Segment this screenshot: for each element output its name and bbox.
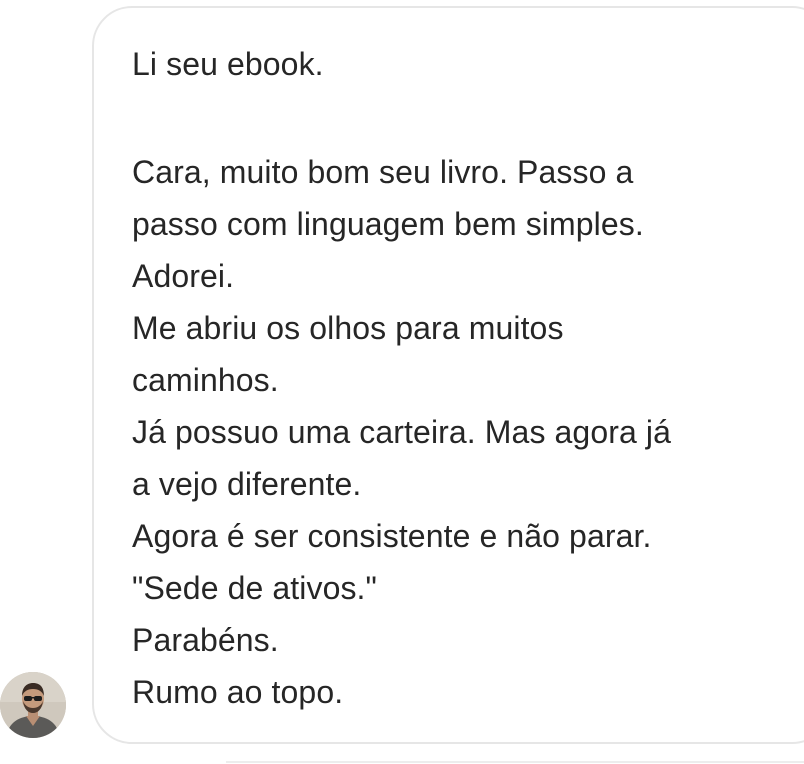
message-line: Agora é ser consistente e não parar. [132,518,652,554]
message-line: Li seu ebook. [132,46,324,82]
message-line: passo com linguagem bem simples. [132,206,644,242]
message-bubble[interactable]: Li seu ebook. Cara, muito bom seu livro.… [92,6,804,744]
sender-avatar[interactable] [0,672,66,738]
message-line: Já possuo uma carteira. Mas agora já [132,414,671,450]
message-line: Adorei. [132,258,235,294]
message-line: Cara, muito bom seu livro. Passo a [132,154,634,190]
message-line: "Sede de ativos." [132,570,378,606]
message-line: Me abriu os olhos para muitos [132,310,564,346]
message-line: caminhos. [132,362,279,398]
message-line: Rumo ao topo. [132,674,344,710]
user-avatar-icon [0,672,66,738]
message-line: a vejo diferente. [132,466,362,502]
bottom-divider [226,761,804,763]
message-line: Parabéns. [132,622,279,658]
chat-thread: Li seu ebook. Cara, muito bom seu livro.… [0,0,804,764]
